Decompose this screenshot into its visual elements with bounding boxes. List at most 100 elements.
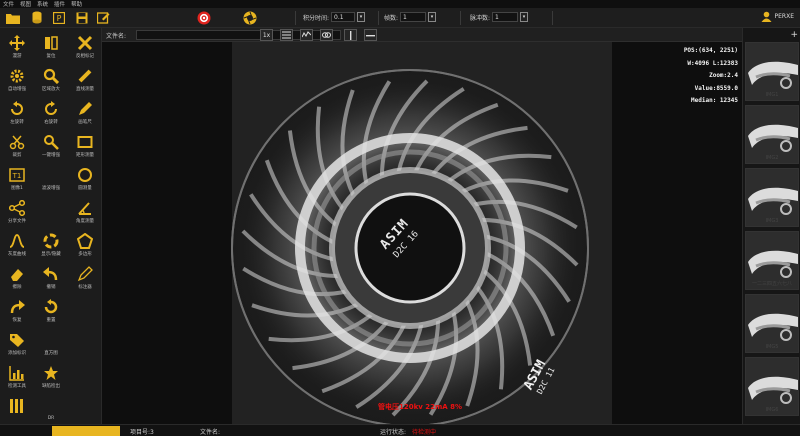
tool-marker[interactable]: 标注器: [68, 263, 102, 293]
tool-circle[interactable]: 圆测量: [68, 164, 102, 194]
tool-reset[interactable]: 复位: [34, 32, 68, 62]
tool-blank[interactable]: DR: [34, 395, 68, 425]
thumbnail[interactable]: IMG2: [745, 105, 799, 164]
value-readout: Value:8559.0: [694, 84, 738, 92]
loading-icon: [43, 233, 59, 249]
restore-icon: [43, 299, 59, 315]
tool-close[interactable]: 反相标记: [68, 32, 102, 62]
thumbnail-label: IMG5: [765, 344, 779, 350]
thumbnail-label: IMG1: [765, 92, 779, 98]
tool-rotate-left[interactable]: 左旋转: [0, 98, 34, 128]
tool-scissors[interactable]: 裁剪: [0, 131, 34, 161]
user-menu[interactable]: PERXE: [761, 11, 794, 22]
tool-gear[interactable]: 自动增强: [0, 65, 34, 95]
window-level-readout: W:4096 L:12383: [687, 59, 738, 67]
parameter-icon[interactable]: P: [51, 10, 66, 25]
tool-share[interactable]: 分享文件: [0, 197, 34, 227]
toolbar-separator: [460, 11, 461, 25]
tool-sidebar: 漫游 复位 反相标记自动增强 区域放大 直线测量左旋转 右旋转 画笔尺裁剪 一键增强 矩形测量 T…: [0, 28, 102, 424]
tool-blank[interactable]: [68, 296, 102, 326]
thumbnail-panel: + IMG1 IMG2 IMG3 一二三四五六七八 IMG5 IMG6: [742, 28, 800, 424]
filename-label: 文件名:: [106, 33, 127, 40]
add-thumbnail-icon[interactable]: +: [743, 28, 800, 42]
menu-view[interactable]: 视图: [20, 0, 31, 8]
integration-time-dropdown[interactable]: ▾: [357, 12, 366, 22]
tool-label: 裁剪: [12, 153, 22, 158]
thumbnail[interactable]: 一二三四五六七八: [745, 231, 799, 290]
status-highlight: [52, 426, 120, 436]
edit-icon[interactable]: [96, 10, 111, 25]
tool-redo[interactable]: 恢复: [0, 296, 34, 326]
frames-value[interactable]: 1: [400, 12, 427, 22]
tool-undo[interactable]: 撤销: [34, 263, 68, 293]
menu-plugin[interactable]: 插件: [54, 0, 65, 8]
tool-curve[interactable]: 灰度曲线: [0, 230, 34, 260]
pulses-value[interactable]: 1: [492, 12, 519, 22]
blank-icon: [77, 365, 93, 381]
status-filename-label: 文件名:: [200, 429, 221, 436]
tool-chart[interactable]: 检测工具: [0, 362, 34, 392]
link-icon[interactable]: [320, 29, 333, 41]
tool-label: 多边形: [78, 252, 92, 257]
database-icon[interactable]: [29, 10, 44, 25]
xray-image-canvas[interactable]: ASIM D2C 16 ASIM D2C 11 管电压120kv 22mA 8%…: [102, 42, 742, 424]
exposure-caption: 管电压120kv 22mA 8%: [378, 403, 463, 411]
menu-system[interactable]: 系统: [37, 0, 48, 8]
tool-label: 角度测量: [76, 219, 94, 224]
tool-label: 缺陷检出: [42, 384, 60, 389]
thumbnail[interactable]: IMG5: [745, 294, 799, 353]
item-number: 项目号:3: [130, 429, 154, 436]
tool-polygon[interactable]: 多边形: [68, 230, 102, 260]
thumbnail[interactable]: IMG3: [745, 168, 799, 227]
tool-barcode[interactable]: [0, 395, 34, 425]
aperture-icon[interactable]: [242, 10, 257, 25]
integration-time-value[interactable]: 0.1: [331, 12, 356, 22]
horizontal-line-icon[interactable]: [364, 29, 377, 41]
open-folder-icon[interactable]: [5, 10, 20, 25]
median-readout: Median: 12345: [691, 97, 738, 104]
pulses-dropdown[interactable]: ▾: [520, 12, 529, 22]
tool-star[interactable]: 缺陷检出: [34, 362, 68, 392]
tool-ruler[interactable]: 直线测量: [68, 65, 102, 95]
waveform-icon[interactable]: [300, 29, 313, 41]
svg-text:T1: T1: [12, 172, 22, 180]
tool-rectangle[interactable]: 矩形测量: [68, 131, 102, 161]
tool-tag[interactable]: 添加标识: [0, 329, 34, 359]
tool-angle[interactable]: 角度测量: [68, 197, 102, 227]
tool-blank[interactable]: 直方图: [34, 329, 68, 359]
tool-blank[interactable]: [68, 362, 102, 392]
pencil-icon: [77, 101, 93, 117]
menu-file[interactable]: 文件: [3, 0, 14, 8]
record-icon[interactable]: [196, 10, 211, 25]
vertical-line-icon[interactable]: [344, 29, 357, 41]
toolbar-separator: [552, 11, 553, 25]
thumbnail[interactable]: IMG1: [745, 42, 799, 101]
integration-time-field: 积分时间: 0.1 ▾: [303, 12, 366, 22]
thumbnail[interactable]: IMG6: [745, 357, 799, 416]
polygon-icon: [77, 233, 93, 249]
blank-icon: [43, 332, 59, 348]
layers-icon[interactable]: [280, 29, 293, 41]
tool-blank[interactable]: [34, 197, 68, 227]
undo-icon: [43, 266, 59, 282]
tool-move[interactable]: 漫游: [0, 32, 34, 62]
tool-blank[interactable]: [68, 329, 102, 359]
tool-pencil[interactable]: 画笔尺: [68, 98, 102, 128]
tool-magnifier[interactable]: 区域放大: [34, 65, 68, 95]
zoom-1x-button[interactable]: 1x: [260, 29, 273, 41]
menu-help[interactable]: 帮助: [71, 0, 82, 8]
frames-label: 帧数:: [384, 14, 399, 22]
tool-search-enhance[interactable]: 一键增强: [34, 131, 68, 161]
tool-rotate-right[interactable]: 右旋转: [34, 98, 68, 128]
scissors-icon: [9, 134, 25, 150]
tool-restore[interactable]: 重置: [34, 296, 68, 326]
tool-label: 反相标记: [76, 54, 94, 59]
tool-text-tool[interactable]: T1 图像1: [0, 164, 34, 194]
tool-loading[interactable]: 显示/隐藏: [34, 230, 68, 260]
tool-eraser[interactable]: 擦除: [0, 263, 34, 293]
thumbnail-label: 一二三四五六七八: [751, 281, 792, 287]
save-icon[interactable]: [74, 10, 89, 25]
tool-filter[interactable]: 滤波增强: [34, 164, 68, 194]
tool-label: 重置: [46, 318, 56, 323]
frames-dropdown[interactable]: ▾: [428, 12, 437, 22]
